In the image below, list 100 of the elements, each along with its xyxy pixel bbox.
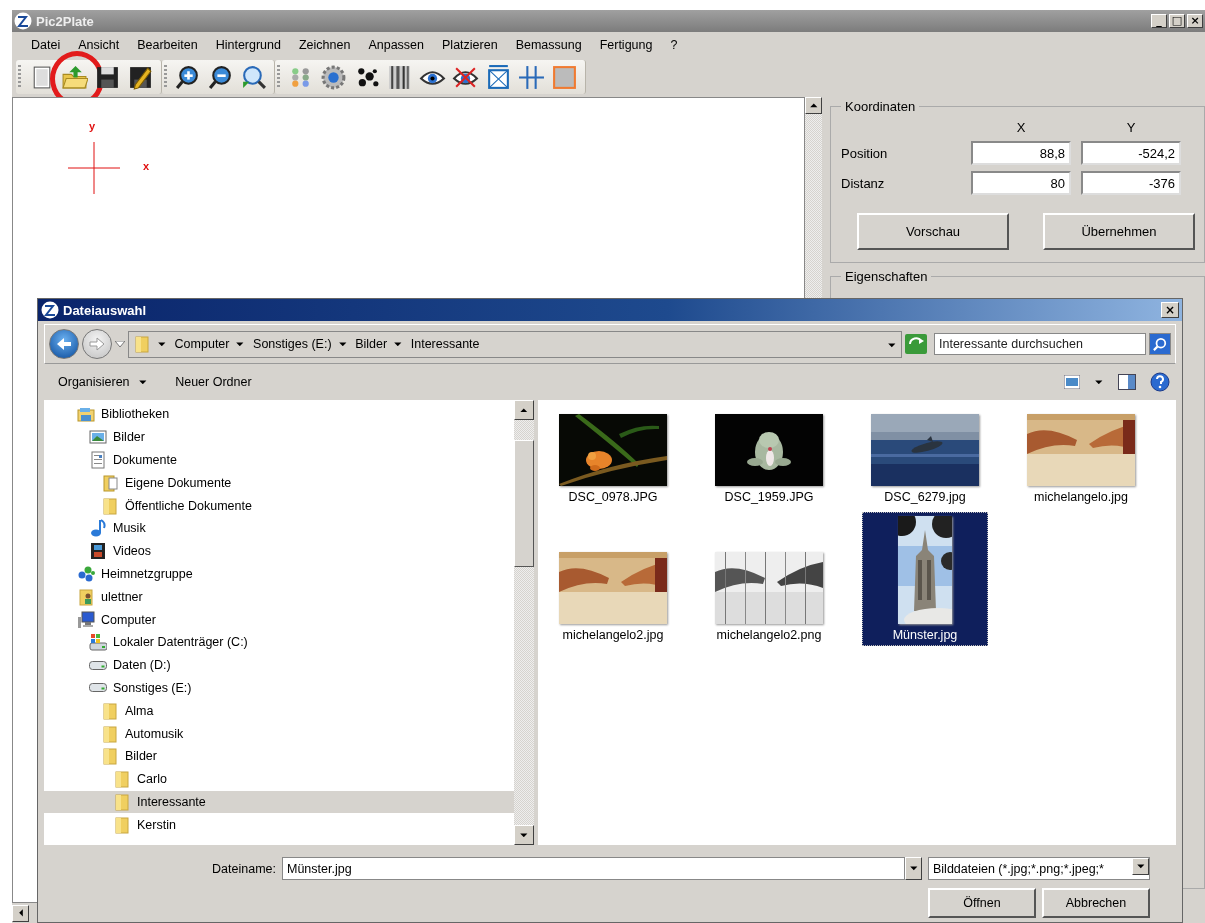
menu-item[interactable]: Datei [22,37,70,52]
menu-item[interactable]: Bearbeiten [128,37,207,52]
menu-item[interactable]: Hintergrund [206,37,290,52]
stripes-icon[interactable] [386,63,413,91]
address-bar[interactable]: Computer Sonstiges (E:) Bilder Interessante [128,330,902,358]
grip-handle[interactable] [277,65,280,89]
computer-icon [77,610,95,629]
coordinate-field[interactable]: -376 [1081,171,1181,195]
file-tile[interactable]: DSC_0978.JPG [550,410,676,508]
file-tile[interactable]: Münster.jpg [862,512,988,646]
dropdown-button[interactable] [905,857,922,880]
search-field[interactable]: Interessante durchsuchen [934,333,1146,355]
tree-item[interactable]: Carlo [44,767,514,791]
zoom-out-icon[interactable] [207,63,234,91]
command-button[interactable]: Neuer Ordner [173,373,254,391]
breadcrumb-item[interactable]: Sonstiges (E:) [253,337,332,351]
field-label: Position [841,145,889,161]
zoom-in-icon[interactable] [174,63,201,91]
folder-icon[interactable] [61,63,88,91]
menu-item[interactable]: Platzieren [433,37,507,52]
coordinate-field[interactable]: -524,2 [1081,141,1181,165]
caret-icon [157,341,167,347]
filetype-select[interactable]: Bilddateien (*.jpg;*.png;*.jpeg;* [928,857,1150,880]
help-icon[interactable] [1150,372,1170,392]
window-control-button[interactable]: _ [1151,14,1167,28]
command-button[interactable]: Organisieren [56,373,150,391]
scroll-up-button[interactable] [514,400,534,420]
search-icon [1153,337,1167,351]
grid-lines-icon[interactable] [518,63,545,91]
tree-item[interactable]: Sonstiges (E:) [44,676,514,700]
file-name: DSC_0978.JPG [568,490,658,504]
breadcrumb-item[interactable]: Interessante [410,337,480,351]
scroll-up-button[interactable] [805,97,822,114]
menu-item[interactable]: Fertigung [590,37,662,52]
dialog-button[interactable]: Abbrechen [1042,888,1150,918]
tree-item[interactable]: Videos [44,539,514,563]
tree-item[interactable]: Öffentliche Dokumente [44,494,514,517]
tree-item[interactable]: Alma [44,699,514,723]
back-button[interactable] [49,329,79,359]
caret-icon[interactable] [115,341,125,347]
grip-handle[interactable] [18,65,21,89]
coordinate-field[interactable]: 80 [971,171,1071,195]
grip-handle[interactable] [164,65,167,89]
tree-item[interactable]: Daten (D:) [44,653,514,677]
drive-icon [89,633,107,652]
file-tile[interactable]: michelangelo2.png [706,548,832,646]
dropdown-button[interactable] [1132,858,1149,875]
tree-item[interactable]: Automusik [44,722,514,745]
scrollbar[interactable] [514,400,534,845]
view-icon[interactable] [1064,375,1081,389]
window-title: Pic2Plate [36,13,94,29]
breadcrumb-item[interactable]: Bilder [355,337,388,351]
panel-button[interactable]: Vorschau [857,213,1009,250]
tree-item[interactable]: Interessante [44,790,514,814]
dialog-button[interactable]: Öffnen [928,888,1036,918]
caret-icon [337,341,348,347]
search-button[interactable] [1149,333,1171,355]
filename-field[interactable]: Münster.jpg [282,857,905,880]
tree-item[interactable]: ulettner [44,585,514,609]
tree-item[interactable]: Computer [44,608,514,631]
panel-button[interactable]: Übernehmen [1043,213,1195,250]
tree-item[interactable]: Eigene Dokumente [44,471,514,495]
menu-item[interactable]: Anpassen [359,37,434,52]
tree-item[interactable]: Lokaler Datenträger (C:) [44,630,514,654]
folder-icon [113,770,131,789]
menu-item[interactable]: ? [661,37,687,52]
magnifier-icon[interactable] [240,63,267,91]
file-tile[interactable]: DSC_6279.jpg [862,410,988,508]
frame-icon[interactable] [485,63,512,91]
file-tile[interactable]: michelangelo2.jpg [550,548,676,646]
arrow-icon [519,832,529,838]
scroll-thumb[interactable] [514,440,534,567]
menu-item[interactable]: Bemassung [506,37,591,52]
close-button[interactable]: × [1161,302,1179,318]
menu-item[interactable]: Zeichnen [290,37,360,52]
library-icon [77,405,95,424]
file-tile[interactable]: michelangelo.jpg [1018,410,1144,508]
crosshair-icon [68,142,120,194]
coordinate-field[interactable]: 88,8 [971,141,1071,165]
breadcrumb-item[interactable]: Computer [174,337,230,351]
tree-item[interactable]: Bilder [44,744,514,768]
window-control-button[interactable]: □ [1169,14,1185,28]
square-icon[interactable] [551,63,578,91]
file-tile[interactable]: DSC_1959.JPG [706,410,832,508]
tree-item[interactable]: Bilder [44,425,514,449]
window-control-button[interactable]: × [1187,14,1203,28]
forward-button[interactable] [82,329,112,359]
tree-item[interactable]: Kerstin [44,813,514,837]
network-icon [77,564,95,583]
tree-item[interactable]: Bibliotheken [44,403,514,426]
refresh-icon[interactable] [905,334,927,354]
tree-item[interactable]: Heimnetzgruppe [44,562,514,586]
pane-icon[interactable] [1118,374,1136,390]
tree-item[interactable]: Dokumente [44,448,514,472]
menu-item[interactable]: Ansicht [69,37,129,52]
scroll-down-button[interactable] [514,825,534,845]
scroll-left-button[interactable] [12,904,29,922]
document-icon [89,451,107,469]
tree-item[interactable]: Musik [44,517,514,540]
gear-icon[interactable] [320,63,347,91]
